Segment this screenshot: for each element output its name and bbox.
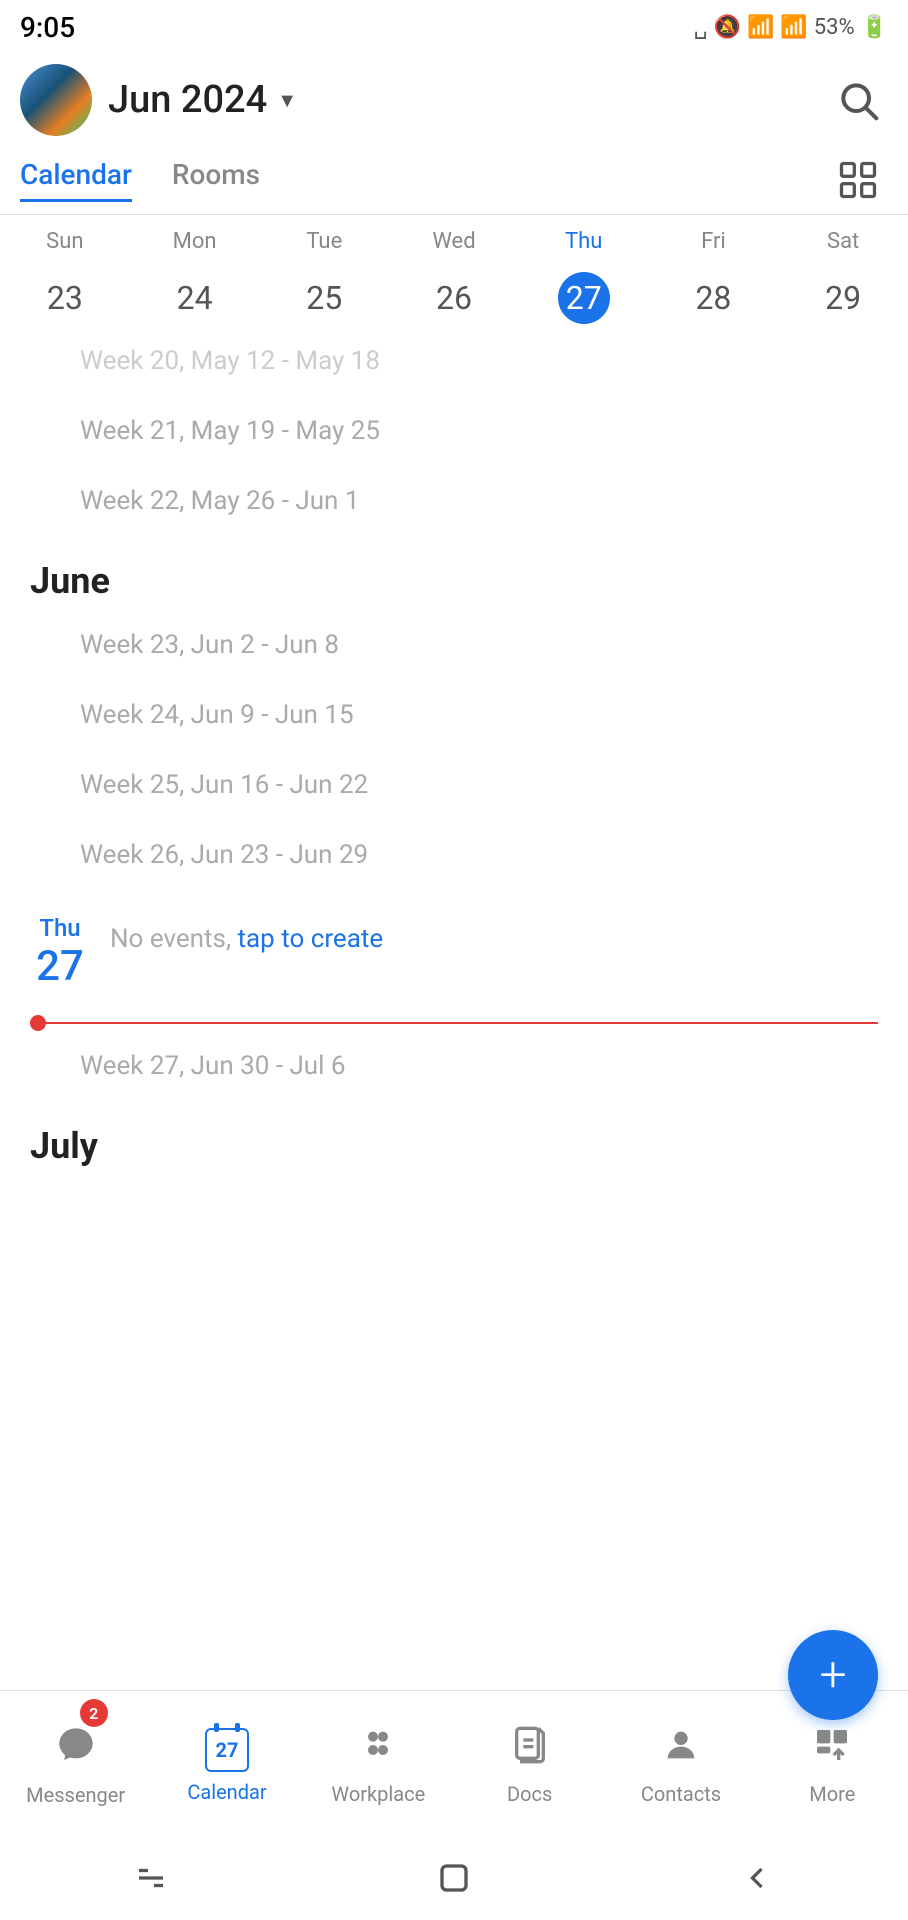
messenger-badge: 2 (80, 1699, 108, 1727)
dow-tue: Tue (259, 223, 389, 260)
more-icon (812, 1725, 852, 1774)
mute-icon: 🔕 (714, 15, 741, 40)
month-title[interactable]: Jun 2024 ▼ (108, 78, 297, 122)
status-time: 9:05 (20, 11, 75, 44)
nav-label-calendar: Calendar (187, 1780, 266, 1804)
nav-item-contacts[interactable]: Contacts (605, 1691, 756, 1840)
date-23[interactable]: 23 (0, 272, 130, 324)
july-section-label: July (0, 1101, 908, 1175)
signal-icon: 📶 (780, 15, 807, 40)
date-25[interactable]: 25 (259, 272, 389, 324)
today-dow: Thu (39, 914, 80, 942)
contacts-icon (661, 1725, 701, 1774)
bottom-nav: 2 Messenger 27 Calendar Workplace (0, 1690, 908, 1840)
month-title-text: Jun 2024 (108, 78, 267, 122)
week-item-23[interactable]: Week 23, Jun 2 - Jun 8 (0, 610, 908, 680)
nav-label-contacts: Contacts (641, 1782, 721, 1806)
dropdown-icon[interactable]: ▼ (277, 88, 297, 113)
workplace-icon (358, 1725, 398, 1774)
main-content: Week 20, May 12 - May 18 Week 21, May 19… (0, 336, 908, 1506)
timeline-line (46, 1022, 878, 1024)
week-item-21[interactable]: Week 21, May 19 - May 25 (0, 396, 908, 466)
search-button[interactable] (828, 70, 888, 130)
wifi-icon: 📶 (747, 15, 774, 40)
timeline-bar (0, 1015, 908, 1031)
tab-rooms[interactable]: Rooms (172, 158, 260, 202)
nav-back-btn[interactable] (739, 1860, 775, 1900)
today-section: Thu 27 No events, tap to create (0, 890, 908, 1015)
fab-plus-icon: + (819, 1651, 846, 1699)
dow-wed: Wed (389, 223, 519, 260)
date-29[interactable]: 29 (778, 272, 908, 324)
dow-sun: Sun (0, 223, 130, 260)
tabs-bar: Calendar Rooms (0, 145, 908, 215)
date-28[interactable]: 28 (649, 272, 779, 324)
nav-label-messenger: Messenger (26, 1783, 125, 1807)
add-event-fab[interactable]: + (788, 1630, 878, 1720)
dow-fri: Fri (649, 223, 779, 260)
nav-item-workplace[interactable]: Workplace (303, 1691, 454, 1840)
today-badge: Thu 27 (30, 914, 90, 991)
no-events-text: No events, tap to create (110, 914, 383, 954)
nav-recent-btn[interactable] (133, 1860, 169, 1900)
week-item-24[interactable]: Week 24, Jun 9 - Jun 15 (0, 680, 908, 750)
date-row: 23 24 25 26 27 28 29 (0, 268, 908, 336)
date-26[interactable]: 26 (389, 272, 519, 324)
dow-sat: Sat (778, 223, 908, 260)
bluetooth-icon: ␣ (694, 15, 708, 40)
battery-level: 53% (814, 15, 855, 40)
today-num: 27 (36, 942, 84, 991)
system-nav (0, 1840, 908, 1920)
week-item-27[interactable]: Week 27, Jun 30 - Jul 6 (0, 1031, 908, 1101)
tabs-left: Calendar Rooms (20, 158, 260, 202)
tap-to-create-link[interactable]: tap to create (238, 924, 384, 954)
week-item-22[interactable]: Week 22, May 26 - Jun 1 (0, 466, 908, 536)
timeline-dot (30, 1015, 46, 1031)
june-section-label: June (0, 536, 908, 610)
date-27-today[interactable]: 27 (519, 272, 649, 324)
status-icons: ␣ 🔕 📶 📶 53% 🔋 (694, 15, 888, 40)
app-header: Jun 2024 ▼ (0, 55, 908, 145)
view-toggle-button[interactable] (828, 150, 888, 210)
nav-item-messenger[interactable]: 2 Messenger (0, 1691, 151, 1840)
dow-header: Sun Mon Tue Wed Thu Fri Sat (0, 215, 908, 268)
tab-calendar[interactable]: Calendar (20, 158, 132, 202)
status-bar: 9:05 ␣ 🔕 📶 📶 53% 🔋 (0, 0, 908, 55)
nav-home-btn[interactable] (436, 1860, 472, 1900)
messenger-icon (56, 1725, 96, 1775)
week-item-above-partial[interactable]: Week 20, May 12 - May 18 (0, 336, 908, 396)
header-left: Jun 2024 ▼ (20, 64, 297, 136)
nav-label-more: More (809, 1782, 855, 1806)
nav-label-docs: Docs (507, 1782, 552, 1806)
nav-item-calendar[interactable]: 27 Calendar (151, 1691, 302, 1840)
dow-thu: Thu (519, 223, 649, 260)
date-24[interactable]: 24 (130, 272, 260, 324)
avatar[interactable] (20, 64, 92, 136)
docs-icon (510, 1725, 550, 1774)
week-item-26[interactable]: Week 26, Jun 23 - Jun 29 (0, 820, 908, 890)
battery-icon: 🔋 (861, 15, 888, 40)
dow-mon: Mon (130, 223, 260, 260)
nav-item-docs[interactable]: Docs (454, 1691, 605, 1840)
nav-label-workplace: Workplace (331, 1782, 425, 1806)
week-item-25[interactable]: Week 25, Jun 16 - Jun 22 (0, 750, 908, 820)
calendar-nav-num: 27 (216, 1738, 239, 1762)
